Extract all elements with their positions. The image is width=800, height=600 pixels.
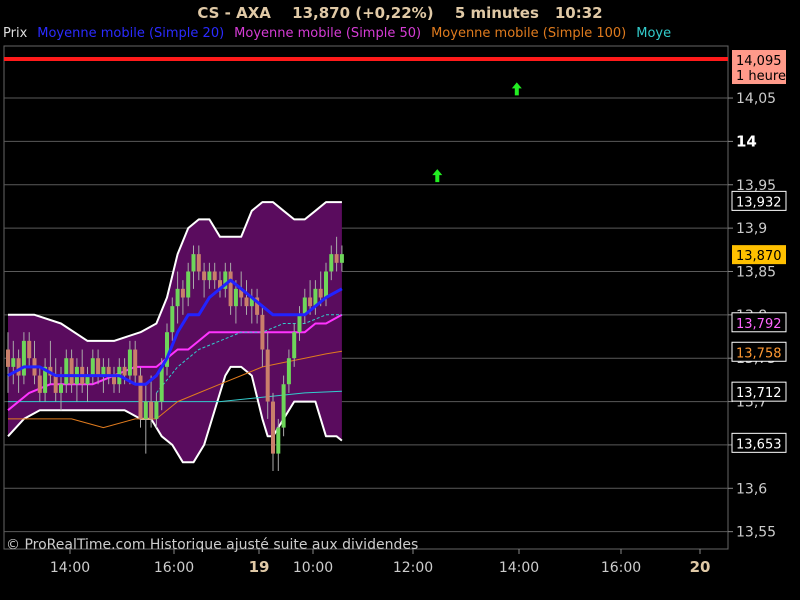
price-label-6: 13,653 (736, 437, 782, 452)
candle-body-22 (122, 366, 127, 376)
x-tick-label-7: 20 (690, 558, 711, 576)
candle-body-26 (143, 401, 148, 419)
candle-body-50 (271, 401, 275, 454)
candle-body-53 (286, 358, 291, 385)
candle-body-24 (133, 349, 138, 376)
x-tick-label-4: 12:00 (393, 560, 433, 576)
candle-body-0 (6, 349, 10, 367)
chart-canvas: 14,051413,9513,913,8513,813,7513,713,651… (3, 45, 787, 576)
y-tick-label-0: 14,05 (736, 91, 776, 107)
candle-body-61 (329, 254, 334, 272)
price-label-4: 13,758 (736, 346, 782, 361)
candle-body-55 (297, 314, 302, 333)
x-tick-label-1: 16:00 (154, 560, 194, 576)
candle-body-38 (207, 271, 212, 281)
candle-body-49 (265, 349, 270, 402)
candle-body-9 (53, 375, 58, 393)
candle-body-4 (27, 340, 32, 359)
candle-body-60 (324, 271, 328, 298)
candle-body-34 (186, 271, 191, 298)
candle-body-31 (170, 306, 175, 333)
candle-body-28 (154, 401, 159, 419)
candle-body-45 (244, 297, 249, 307)
x-tick-label-0: 14:00 (50, 560, 90, 576)
candle-body-35 (191, 254, 196, 272)
y-tick-label-10: 13,55 (736, 525, 776, 541)
candle-body-29 (159, 366, 164, 402)
price-label-sub-0: 1 heure (736, 69, 786, 84)
candle-body-43 (233, 288, 238, 307)
candle-body-36 (196, 254, 201, 272)
x-tick-label-6: 16:00 (601, 560, 641, 576)
candle-body-1 (11, 358, 16, 367)
x-tick-label-3: 10:00 (293, 560, 333, 576)
watermark-text: © ProRealTime.com Historique ajusté suit… (6, 537, 418, 553)
candle-body-12 (69, 358, 74, 385)
candle-body-25 (138, 375, 143, 419)
candle-body-52 (281, 384, 286, 428)
y-tick-label-9: 13,6 (736, 481, 767, 497)
candle-body-2 (16, 358, 21, 376)
candle-body-16 (90, 358, 95, 376)
candle-body-6 (37, 375, 42, 393)
y-tick-label-3: 13,9 (736, 221, 767, 237)
candle-body-3 (21, 340, 26, 376)
candle-body-54 (292, 332, 297, 359)
candle-body-17 (96, 358, 101, 376)
candle-body-27 (149, 401, 154, 419)
candle-body-62 (334, 254, 339, 263)
candle-body-39 (212, 271, 217, 281)
candle-body-11 (64, 358, 69, 385)
y-tick-label-1: 14 (736, 132, 757, 150)
candle-body-33 (180, 288, 185, 298)
candle-body-57 (308, 297, 313, 307)
candle-body-37 (202, 271, 207, 281)
candle-body-63 (339, 254, 344, 263)
price-label-1: 13,932 (736, 195, 782, 210)
x-tick-label-2: 19 (249, 558, 270, 576)
y-tick-label-4: 13,85 (736, 264, 776, 280)
candle-body-23 (127, 349, 132, 376)
plot-frame (3, 45, 729, 550)
price-label-0: 14,095 (736, 54, 782, 69)
price-label-5: 13,712 (736, 386, 782, 401)
candle-body-42 (228, 271, 233, 307)
price-label-3: 13,792 (736, 317, 782, 332)
x-tick-label-5: 14:00 (499, 560, 539, 576)
price-label-2: 13,870 (736, 249, 782, 264)
candle-body-51 (276, 427, 281, 454)
candle-body-48 (260, 314, 265, 350)
candle-body-32 (175, 288, 180, 307)
candle-body-59 (318, 288, 323, 298)
candle-body-10 (59, 384, 63, 393)
